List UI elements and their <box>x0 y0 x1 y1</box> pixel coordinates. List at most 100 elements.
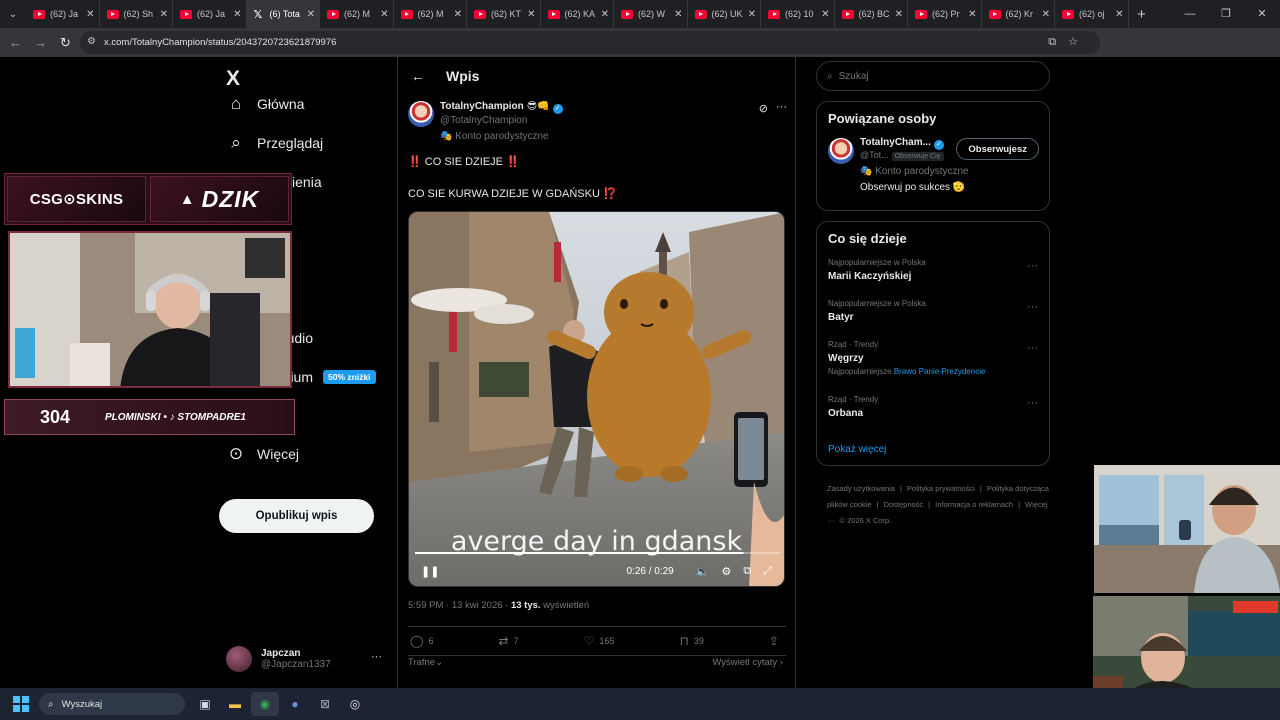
trend-item[interactable]: Najpopularniejsze w Polska Batyr ··· <box>817 295 1049 336</box>
close-tab-icon[interactable]: ✕ <box>86 9 94 20</box>
taskbar-search[interactable]: ⌕ Wyszukaj <box>39 693 185 715</box>
browser-tab[interactable]: (62) M ✕ <box>320 0 394 28</box>
browser-tab[interactable]: (62) M ✕ <box>394 0 467 28</box>
nav-item[interactable]: ⌂ Główna <box>226 94 305 114</box>
close-tab-icon[interactable]: ✕ <box>233 9 241 20</box>
task-view-icon[interactable]: ▣ <box>191 692 219 716</box>
trend-more-icon[interactable]: ··· <box>1027 260 1038 272</box>
footer-link[interactable]: Informacja o reklamach <box>935 500 1013 509</box>
browser-tab[interactable]: (62) Kr ✕ <box>982 0 1055 28</box>
browser-tab[interactable]: 𝕏 (6) Tota ✕ <box>246 0 320 28</box>
browser-tab[interactable]: (62) W ✕ <box>614 0 688 28</box>
related-person[interactable]: TotalnyCham... ✓ @Tot... Obserwuje Cię 🎭 K… <box>817 126 1049 196</box>
author-name[interactable]: TotalnyChampion 😎👊 ✓ <box>440 101 563 114</box>
bookmark-star-icon[interactable]: ⧉☆ <box>1048 35 1090 49</box>
close-tab-icon[interactable]: ✕ <box>748 9 756 20</box>
reload-icon[interactable]: ↻ <box>53 35 78 51</box>
pause-icon[interactable]: ❚❚ <box>421 565 439 578</box>
trend-more-icon[interactable]: ··· <box>1027 342 1038 354</box>
trend-more-icon[interactable]: ··· <box>1027 301 1038 313</box>
publish-button[interactable]: Opublikuj wpis <box>219 499 374 533</box>
close-window-icon[interactable]: ✕ <box>1244 0 1280 28</box>
related-avatar[interactable] <box>828 138 854 164</box>
trend-item[interactable]: Rząd · Trendy Węgrzy Najpopularniejsze Bra… <box>817 336 1049 391</box>
avatar <box>226 646 252 672</box>
trend-item[interactable]: Najpopularniejsze w Polska Marii Kaczyńsk… <box>817 254 1049 295</box>
search-input[interactable]: ⌕ Szukaj <box>816 61 1050 91</box>
post-timestamp[interactable]: 5:59 PM · 13 kwi 2026 · <box>408 600 511 611</box>
footer-link[interactable]: Polityka prywatności <box>907 484 975 493</box>
back-arrow-icon[interactable]: ← <box>400 68 436 84</box>
forward-icon[interactable]: → <box>28 35 53 50</box>
close-tab-icon[interactable]: ✕ <box>1042 9 1050 20</box>
site-info-icon[interactable]: ⚙ <box>87 36 96 47</box>
fullscreen-icon[interactable]: ⤢ <box>763 565 772 578</box>
close-tab-icon[interactable]: ✕ <box>160 9 168 20</box>
close-tab-icon[interactable]: ✕ <box>895 9 903 20</box>
browser-tab[interactable]: (62) KT ✕ <box>467 0 541 28</box>
trend-item[interactable]: Rząd · Trendy Orbana ··· <box>817 391 1049 432</box>
browser-tab[interactable]: (62) 10 ✕ <box>761 0 835 28</box>
chrome-icon[interactable]: ◉ <box>251 692 279 716</box>
related-name[interactable]: TotalnyCham... ✓ <box>860 137 944 150</box>
author-handle[interactable]: @TotalnyChampion <box>440 115 527 126</box>
discord-icon[interactable]: ● <box>281 692 309 716</box>
author-avatar[interactable] <box>408 101 434 127</box>
trend-more-icon[interactable]: ··· <box>1027 397 1038 409</box>
footer-link[interactable]: Dostępność <box>884 500 924 509</box>
repost-button[interactable]: ⇄ 7 <box>499 634 519 648</box>
browser-tab[interactable]: (62) oj ✕ <box>1055 0 1129 28</box>
account-more-icon[interactable]: ··· <box>371 651 382 663</box>
parody-text: Konto parodystyczne <box>455 131 549 142</box>
close-tab-icon[interactable]: ✕ <box>527 9 535 20</box>
post-more-icon[interactable]: ··· <box>776 101 787 113</box>
show-more-link[interactable]: Pokaż więcej <box>817 432 1049 455</box>
windows-start-icon[interactable] <box>13 696 29 712</box>
reply-sort-dropdown[interactable]: Trafne⌄ <box>408 657 443 668</box>
xbox-icon[interactable]: ⊠ <box>311 692 339 716</box>
nav-item[interactable]: ⊙ Więcej <box>226 444 299 464</box>
back-icon[interactable]: ← <box>3 35 28 50</box>
obs-icon[interactable]: ◎ <box>341 692 369 716</box>
x-logo[interactable]: X <box>226 67 240 91</box>
browser-tab[interactable]: (62) Ja ✕ <box>173 0 247 28</box>
footer-link[interactable]: Zasady użytkowania <box>827 484 895 493</box>
bookmark-button[interactable]: ⊓ 39 <box>679 634 703 648</box>
footer-separator: | <box>876 500 879 509</box>
close-tab-icon[interactable]: ✕ <box>307 9 315 20</box>
grok-icon[interactable]: ⊘ <box>759 102 768 115</box>
browser-tab[interactable]: (62) BC ✕ <box>835 0 908 28</box>
browser-tab[interactable]: (62) Sh ✕ <box>100 0 173 28</box>
view-quotes-link[interactable]: Wyświetl cytaty › <box>712 657 783 668</box>
browser-tab[interactable]: (62) Pr ✕ <box>908 0 982 28</box>
account-switcher[interactable]: Japczan @Japczan1337 ··· <box>226 645 386 673</box>
minimize-icon[interactable]: — <box>1172 0 1208 28</box>
follower-counter: 304 PLOMINSKI • ♪ STOMPADRE1 <box>4 399 295 435</box>
close-tab-icon[interactable]: ✕ <box>968 9 976 20</box>
tab-search-icon[interactable]: ⌄ <box>0 0 26 28</box>
close-tab-icon[interactable]: ✕ <box>601 9 609 20</box>
url-input[interactable]: ⚙ x.com/TotalnyChampion/status/204372072… <box>80 31 1100 54</box>
restore-icon[interactable]: ❐ <box>1208 0 1244 28</box>
file-explorer-icon[interactable]: ▬ <box>221 692 249 716</box>
close-tab-icon[interactable]: ✕ <box>1115 9 1123 20</box>
video-player[interactable]: averge day in gdansk ❚❚ 0:26 / 0:29 🔈 ⚙ … <box>408 211 785 587</box>
trend-sub-link[interactable]: Brawo Panie Prezydencie <box>894 367 986 376</box>
following-button[interactable]: Obserwujesz <box>956 138 1039 160</box>
close-tab-icon[interactable]: ✕ <box>380 9 388 20</box>
reply-button[interactable]: ◯ 6 <box>410 634 433 648</box>
share-button[interactable]: ⇪ <box>769 634 784 648</box>
nav-item[interactable]: ⌕ Przeglądaj <box>226 133 323 153</box>
browser-tab[interactable]: (62) UK ✕ <box>688 0 761 28</box>
settings-icon[interactable]: ⚙ <box>721 565 731 578</box>
close-tab-icon[interactable]: ✕ <box>674 9 682 20</box>
close-tab-icon[interactable]: ✕ <box>821 9 829 20</box>
browser-tab[interactable]: (62) Ja ✕ <box>26 0 100 28</box>
pip-icon[interactable]: ⧉ <box>743 565 751 578</box>
volume-icon[interactable]: 🔈 <box>696 565 710 578</box>
new-tab-button[interactable]: + <box>1129 6 1155 23</box>
browser-tab[interactable]: (62) KA ✕ <box>541 0 614 28</box>
footer-link[interactable]: © 2026 X Corp. <box>840 516 892 525</box>
close-tab-icon[interactable]: ✕ <box>454 9 462 20</box>
like-button[interactable]: ♡ 165 <box>584 634 615 648</box>
